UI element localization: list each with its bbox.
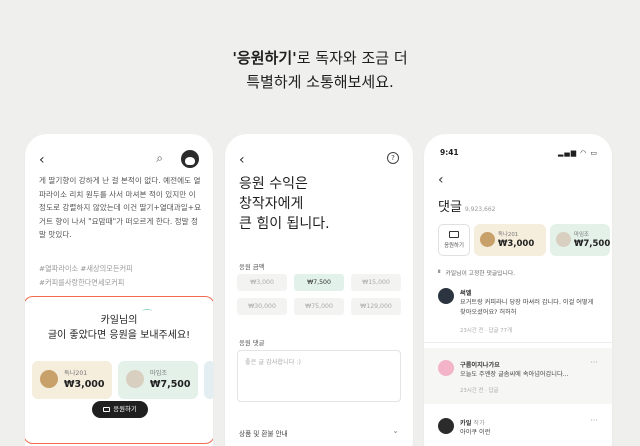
comment-item: 구름이지나가요 오늘도 주엔장 글솜씨에 속아넘어갑니다... 23시간 전 ·… (438, 358, 598, 398)
back-icon[interactable]: ‹ (239, 152, 245, 168)
supporter-avatar (480, 232, 495, 247)
tag-line[interactable]: #커피를사랑한다면세모커피 (39, 276, 133, 290)
comments-title: 댓글 9,923,662 (438, 196, 495, 215)
comment-item: 카일 작가 아이쿠 이런 ··· (438, 416, 598, 446)
post-topbar: ‹ ⌕ (39, 150, 199, 170)
supporter-name: 마임조 (150, 370, 168, 377)
headline-line2: 특별하게 소통해보세요. (246, 73, 394, 91)
form-topbar: ‹ ? (239, 150, 399, 170)
comment-author: 구름이지나가요 (460, 362, 500, 369)
form-title-line: 창작자에게 (239, 196, 304, 212)
headline-line1: 로 독자와 조금 더 (296, 49, 408, 67)
comment-text: 오늘도 주엔장 글솜씨에 속아넘어갑니다... (460, 371, 569, 378)
comment-meta[interactable]: 23시간 전 · 답글 (460, 386, 499, 394)
supporter-avatar (556, 232, 571, 247)
support-line2-post: 을 보내주세요! (127, 330, 191, 341)
more-icon[interactable]: ··· (590, 416, 598, 425)
support-line1: 카일님의 (100, 315, 138, 326)
supporter-chip[interactable]: 독나201 ₩3,000 (32, 361, 112, 399)
supporter-amount: ₩7,500 (574, 239, 611, 249)
post-tags: #열파라이소 #새상의모든커피 #커피를사랑한다면세모커피 (39, 262, 133, 290)
amount-option[interactable]: ₩129,000 (351, 298, 401, 315)
comment-input[interactable]: 좋은 글 감사합니다 :) (237, 350, 401, 402)
avatar[interactable] (438, 360, 454, 376)
refund-info-label[interactable]: 상품 및 환불 안내 (239, 428, 288, 438)
supporter-chip-partial[interactable] (204, 361, 213, 399)
avatar[interactable] (181, 150, 199, 168)
headline: '응원하기'로 독자와 조금 더 특별하게 소통해보세요. (0, 46, 640, 94)
supporter-avatar (40, 370, 58, 388)
amount-option[interactable]: ₩30,000 (237, 298, 287, 315)
support-line2-highlight: 응원 (109, 330, 128, 341)
avatar[interactable] (438, 418, 454, 434)
comments-title-text: 댓글 (438, 200, 462, 215)
phone-comments: 9:41 ▂▄▆ ◠ ▭ ‹ 댓글 9,923,662 응원하기 독나201 ₩3… (424, 134, 612, 446)
supporter-name: 독나201 (498, 232, 519, 238)
status-time: 9:41 (440, 148, 459, 157)
comment-item: 써엘 요거트랑 커피라니 당장 마셔러 갑니다. 이걸 어떻게 찾아오셨어요? … (438, 286, 598, 336)
support-line2-pre: 글이 좋았다면 (47, 330, 110, 341)
support-button[interactable]: 응원하기 (92, 401, 148, 418)
gift-card-icon (449, 231, 459, 238)
signal-wifi-battery-icon: ▂▄▆ ◠ ▭ (557, 149, 598, 157)
comment-placeholder: 좋은 글 감사합니다 :) (245, 359, 301, 366)
comment-author-name: 카일 (460, 420, 472, 427)
help-icon[interactable]: ? (387, 152, 399, 164)
phone-post-view: ‹ ⌕ 게 딸기향이 강하게 난 걸 본적이 없다. 예전에도 열파라이소 리치… (25, 134, 213, 446)
headline-strong: '응원하기' (232, 49, 297, 67)
comment-count: 9,923,662 (464, 206, 496, 213)
tag-line[interactable]: #열파라이소 #새상의모든커피 (39, 262, 133, 276)
search-icon[interactable]: ⌕ (156, 151, 163, 166)
back-icon[interactable]: ‹ (39, 152, 45, 168)
supporter-amount: ₩3,000 (64, 379, 105, 390)
pinned-notice-text: 카일님이 고정한 댓글입니다. (445, 271, 515, 277)
form-title-line: 응원 수익은 (239, 176, 308, 192)
status-bar: 9:41 ▂▄▆ ◠ ▭ (440, 148, 598, 160)
post-body-text: 게 딸기향이 강하게 난 걸 본적이 없다. 예전에도 열파라이소 리치 원두를… (39, 176, 202, 240)
back-icon[interactable]: ‹ (438, 172, 444, 188)
amount-option[interactable]: ₩15,000 (351, 274, 401, 291)
gift-card-icon (103, 407, 111, 412)
divider (424, 342, 612, 343)
amount-option[interactable]: ₩3,000 (237, 274, 287, 291)
support-button[interactable]: 응원하기 (438, 224, 470, 256)
comment-label: 응원 댓글 (239, 339, 265, 347)
supporter-name: 독나201 (64, 370, 88, 377)
amount-option-selected[interactable]: ₩7,500 (294, 274, 344, 291)
comment-text: 아이쿠 이런 (460, 429, 491, 436)
author-badge: 작가 (473, 420, 485, 427)
supporter-chip[interactable]: 마임조 ₩7,500 (118, 361, 198, 399)
amount-option[interactable]: ₩75,000 (294, 298, 344, 315)
supporter-chip[interactable]: 마임조 ₩7,500 (550, 224, 610, 256)
supporter-chip[interactable]: 독나201 ₩3,000 (474, 224, 546, 256)
supporter-amount: ₩3,000 (498, 239, 535, 249)
phone-support-form: ‹ ? 응원 수익은 창작자에게 큰 힘이 됩니다. 응원 금액 ₩3,000 … (225, 134, 413, 446)
pin-icon: ▘ (438, 271, 443, 277)
form-title: 응원 수익은 창작자에게 큰 힘이 됩니다. (239, 174, 330, 234)
supporter-avatar (126, 370, 144, 388)
more-icon[interactable]: ··· (590, 358, 598, 367)
support-message: 카일님의 글이 좋았다면 응원을 보내주세요! (25, 313, 213, 343)
comment-text: 요거트랑 커피라니 당장 마셔러 갑니다. 이걸 어떻게 찾아오셨어요? 허허허 (460, 299, 594, 316)
comment-author: 써엘 (460, 290, 472, 297)
comment-meta[interactable]: 23시간 전 · 답글 77개 (460, 326, 512, 334)
support-button-label: 응원하기 (113, 405, 137, 413)
amount-label: 응원 금액 (239, 263, 265, 271)
comment-author: 카일 작가 (460, 418, 485, 427)
form-title-line: 큰 힘이 됩니다. (239, 216, 330, 232)
support-button-label: 응원하기 (444, 243, 464, 249)
supporter-amount: ₩7,500 (150, 379, 191, 390)
support-callout: 카일님의 글이 좋았다면 응원을 보내주세요! 독나201 ₩3,000 마임조… (25, 296, 213, 444)
supporter-name: 마임조 (574, 232, 589, 238)
avatar[interactable] (438, 288, 454, 304)
pinned-notice: ▘ 카일님이 고정한 댓글입니다. (438, 268, 515, 277)
chevron-down-icon[interactable]: ⌄ (392, 426, 399, 435)
